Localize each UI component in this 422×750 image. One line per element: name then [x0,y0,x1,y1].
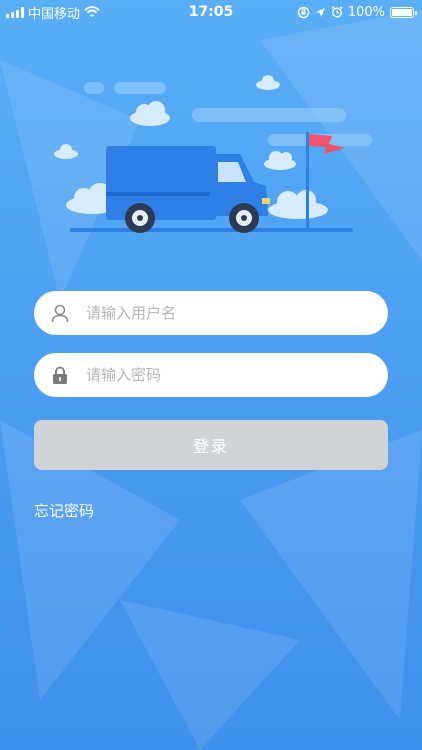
status-left: 中国移动 [0,3,100,22]
user-icon [50,303,70,323]
username-field[interactable] [34,290,388,336]
status-right: 100% [297,5,422,20]
forgot-password-link[interactable]: 忘记密码 [34,500,94,521]
password-field[interactable] [34,352,388,398]
status-bar: 中国移动 17:05 100% [0,0,422,24]
battery-icon [390,6,417,18]
wifi-icon [84,6,100,18]
password-input[interactable] [84,352,388,398]
login-button[interactable]: 登录 [34,420,388,470]
rotation-lock-icon [297,6,310,18]
lock-icon [50,365,70,385]
location-icon [315,7,325,17]
username-input[interactable] [84,290,388,336]
battery-percent: 100% [347,4,385,20]
delivery-truck-illustration [54,75,372,233]
signal-icon [6,6,24,18]
battery-fill [392,8,412,16]
alarm-icon [331,6,343,18]
carrier-name: 中国移动 [28,6,81,22]
